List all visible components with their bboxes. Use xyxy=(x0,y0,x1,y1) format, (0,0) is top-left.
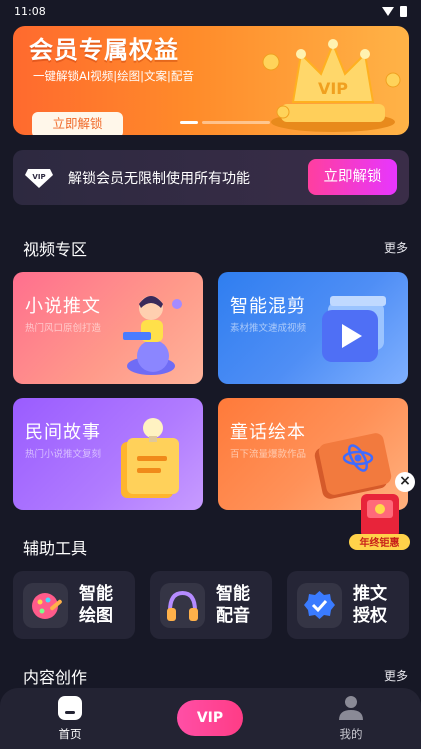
tools-section-title: 辅助工具 xyxy=(23,539,88,558)
crown-icon: VIP xyxy=(262,39,401,132)
vip-strip-text: 解锁会员无限制使用所有功能 xyxy=(68,171,250,187)
card-subtitle: 热门小说推文复刻 xyxy=(25,449,102,460)
video-section-more-link[interactable]: 更多 xyxy=(384,239,408,256)
bottom-nav: 首页 VIP 我的 xyxy=(0,688,421,749)
palette-icon xyxy=(32,593,62,619)
unlock-button[interactable]: 立即解锁 xyxy=(308,159,397,195)
crown-vip-text: VIP xyxy=(318,79,348,98)
card-subtitle: 素材推文速成视频 xyxy=(230,323,307,334)
verified-badge-icon xyxy=(304,591,335,619)
status-bar: 11:08 xyxy=(0,0,421,22)
card-title: 智能混剪 xyxy=(230,296,306,317)
card-smart-edit[interactable]: 智能混剪 素材推文速成视频 xyxy=(218,272,408,384)
reading-girl-icon xyxy=(123,296,182,375)
wifi-icon xyxy=(382,6,394,16)
svg-text:VIP: VIP xyxy=(32,173,45,181)
promo-label: 年终钜惠 xyxy=(360,536,400,549)
card-title: 童话绘本 xyxy=(230,422,306,443)
card-subtitle: 百下流量爆款作品 xyxy=(230,449,307,460)
banner-title: 会员专属权益 xyxy=(29,36,179,64)
content-section-title: 内容创作 xyxy=(23,668,88,687)
headphones-icon xyxy=(167,590,198,621)
banner-subtitle: 一键解锁AI视频|绘图|文案|配音 xyxy=(33,69,194,83)
status-icons xyxy=(382,5,407,17)
video-section-title: 视频专区 xyxy=(23,240,88,259)
user-icon xyxy=(339,696,363,720)
battery-icon xyxy=(400,5,407,17)
promo-close-button[interactable]: × xyxy=(395,472,415,492)
nav-mine-label: 我的 xyxy=(339,727,363,741)
tool-label: 智能 配音 xyxy=(216,584,250,626)
card-novel-promo[interactable]: 小说推文 热门风口原创打造 xyxy=(13,272,203,384)
tool-label: 推文 授权 xyxy=(353,584,387,626)
content-section-more-link[interactable]: 更多 xyxy=(384,667,408,684)
promo-gift-icon[interactable]: 年终钜惠 xyxy=(347,490,412,554)
tool-smart-dubbing[interactable]: 智能 配音 xyxy=(150,571,272,639)
card-title: 小说推文 xyxy=(25,296,101,317)
pager-dot-active xyxy=(180,121,198,124)
vip-banner[interactable]: 会员专属权益 一键解锁AI视频|绘图|文案|配音 立即解锁 VIP xyxy=(13,26,409,135)
card-subtitle: 热门风口原创打造 xyxy=(25,323,102,334)
video-play-icon xyxy=(322,296,386,362)
nav-vip-button[interactable]: VIP xyxy=(177,700,243,736)
tool-icon-box xyxy=(297,583,342,628)
tool-smart-drawing[interactable]: 智能 绘图 xyxy=(13,571,135,639)
nav-mine[interactable]: 我的 xyxy=(311,688,391,749)
vip-diamond-icon: VIP xyxy=(25,169,53,188)
tool-icon-box xyxy=(160,583,205,628)
tool-label: 智能 绘图 xyxy=(79,584,113,626)
notebook-lightbulb-icon xyxy=(121,418,179,498)
nav-home-label: 首页 xyxy=(58,727,82,741)
status-time: 11:08 xyxy=(14,4,46,18)
vip-unlock-strip[interactable]: VIP 解锁会员无限制使用所有功能 立即解锁 xyxy=(13,150,409,205)
card-title: 民间故事 xyxy=(25,422,101,443)
tool-promo-authorization[interactable]: 推文 授权 xyxy=(287,571,409,639)
tool-icon-box xyxy=(23,583,68,628)
nav-home[interactable]: 首页 xyxy=(30,688,110,749)
home-icon xyxy=(58,696,82,720)
card-folk-story[interactable]: 民间故事 热门小说推文复刻 xyxy=(13,398,203,510)
banner-unlock-button[interactable]: 立即解锁 xyxy=(32,112,123,135)
